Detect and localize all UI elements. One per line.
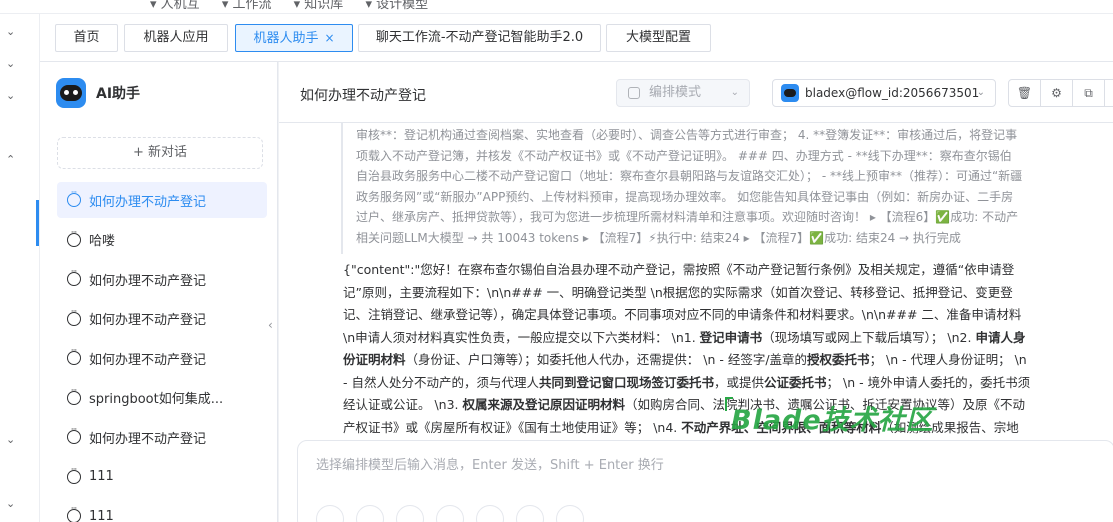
conversation-list: 如何办理不动产登记 哈喽 如何办理不动产登记 如何办理不动产登记 如何办理不动产… [57,182,267,522]
chat-header: 如何办理不动产登记 编排模式 ⌄ bladex@flow_id:20566735… [279,62,1113,123]
robot-avatar-icon [781,84,799,102]
settings-button[interactable]: ⚙ [1040,79,1073,107]
mode-select[interactable]: 编排模式 ⌄ [616,79,750,107]
trash-icon: 🗑 [1016,86,1033,100]
new-chat-button[interactable]: + 新对话 [57,137,263,169]
main-nav-collapsed: ⌄ ⌄ ⌄ ⌃ ⌄ ⌄ [0,14,40,522]
mode-select-placeholder: 编排模式 [649,85,702,100]
chat-bubble-icon [67,267,81,286]
chat-bubble-icon [67,465,81,484]
message-area[interactable]: 审核**：登记机构通过查阅档案、实地查看（必要时）、调查公告等方式进行审查； 4… [279,123,1113,445]
workflow-icon [628,87,640,99]
chat-bubble-icon [67,228,81,247]
tab-robot-assistant[interactable]: 机器人助手 × [235,24,353,52]
tab-home[interactable]: 首页 [55,24,118,52]
top-nav-item[interactable]: ▾ 设计模型 [365,0,428,12]
conversation-item[interactable]: 如何办理不动产登记 [57,419,267,455]
close-icon[interactable]: × [324,31,334,45]
assistant-sidebar: AI助手 + 新对话 如何办理不动产登记 哈喽 如何办理不动产登记 如何办理不动… [40,62,278,522]
app-root: ▾ 人机互 ▾ 工作流 ▾ 知识库 ▾ 设计模型 ⌄ ⌄ ⌄ ⌃ ⌄ ⌄ 首页 … [0,0,1113,522]
tab-chat-workflow[interactable]: 聊天工作流-不动产登记智能助手2.0 [358,24,601,52]
tab-robot-apps[interactable]: 机器人应用 [124,24,228,52]
chat-bubble-icon [67,504,81,522]
thinking-process: 审核**：登记机构通过查阅档案、实地查看（必要时）、调查公告等方式进行审查； 4… [341,123,1033,254]
composer: 选择编排模型后输入消息，Enter 发送，Shift + Enter 换行 [279,440,1113,522]
chevron-down-icon[interactable]: ⌄ [6,26,18,38]
tab-bar: 首页 机器人应用 机器人助手 × 聊天工作流-不动产登记智能助手2.0 大模型配置 [40,14,1113,62]
message-input-placeholder: 选择编排模型后输入消息，Enter 发送，Shift + Enter 换行 [316,458,664,473]
composer-actions [316,505,596,522]
watermark: Blade技术社区 [731,405,934,436]
conversation-item[interactable]: 如何办理不动产登记 [57,261,267,297]
copy-icon: ⧉ [1084,85,1093,100]
robot-logo-icon [56,78,86,108]
tool-button[interactable] [396,505,424,522]
top-nav-items: ▾ 人机互 ▾ 工作流 ▾ 知识库 ▾ 设计模型 [150,0,446,12]
conversation-item[interactable]: 如何办理不动产登记 [57,182,267,218]
tool-button[interactable] [516,505,544,522]
header-toolbar: 🗑 ⚙ ⧉ [1008,79,1113,107]
chat-title: 如何办理不动产登记 [300,88,426,104]
conversation-item[interactable]: 111 [57,459,267,495]
top-nav-item[interactable]: ▾ 知识库 [294,0,344,12]
chevron-down-icon[interactable]: ⌄ [6,90,18,102]
delete-button[interactable]: 🗑 [1008,79,1041,107]
more-button[interactable] [1104,79,1113,107]
top-nav-item[interactable]: ▾ 工作流 [222,0,272,12]
tool-button[interactable] [556,505,584,522]
chat-bubble-icon [67,386,81,405]
chevron-up-icon[interactable]: ⌃ [6,154,18,166]
chevron-down-icon[interactable]: ⌄ [6,498,18,510]
conversation-item[interactable]: springboot如何集成... [57,380,267,416]
tool-button[interactable] [436,505,464,522]
conversation-item[interactable]: 如何办理不动产登记 [57,340,267,376]
chevron-down-icon: ⌄ [730,87,739,98]
tool-button[interactable] [476,505,504,522]
tool-button[interactable] [356,505,384,522]
attach-button[interactable] [316,505,344,522]
conversation-item[interactable]: 111 [57,498,267,522]
copy-button[interactable]: ⧉ [1072,79,1105,107]
top-nav-strip: ▾ 人机互 ▾ 工作流 ▾ 知识库 ▾ 设计模型 [0,0,1113,14]
chevron-down-icon[interactable]: ⌄ [6,434,18,446]
gear-icon: ⚙ [1051,86,1062,100]
conversation-item[interactable]: 如何办理不动产登记 [57,301,267,337]
model-select-value: bladex@flow_id:2056673501 [805,86,980,100]
collapse-sidebar-icon[interactable]: ‹ [268,318,273,332]
message-input[interactable]: 选择编排模型后输入消息，Enter 发送，Shift + Enter 换行 [297,440,1113,522]
chat-bubble-icon [67,188,81,207]
model-select[interactable]: bladex@flow_id:2056673501 ⌄ [772,79,996,107]
chat-bubble-icon [67,307,81,326]
tab-model-config[interactable]: 大模型配置 [606,24,711,52]
chevron-down-icon: ⌄ [976,87,985,98]
conversation-item[interactable]: 哈喽 [57,222,267,258]
nav-active-indicator [36,200,39,246]
top-nav-item[interactable]: ▾ 人机互 [150,0,200,12]
brand: AI助手 [56,78,140,108]
chat-bubble-icon [67,425,81,444]
chevron-down-icon[interactable]: ⌄ [6,58,18,70]
brand-name: AI助手 [96,86,141,102]
chat-bubble-icon [67,346,81,365]
